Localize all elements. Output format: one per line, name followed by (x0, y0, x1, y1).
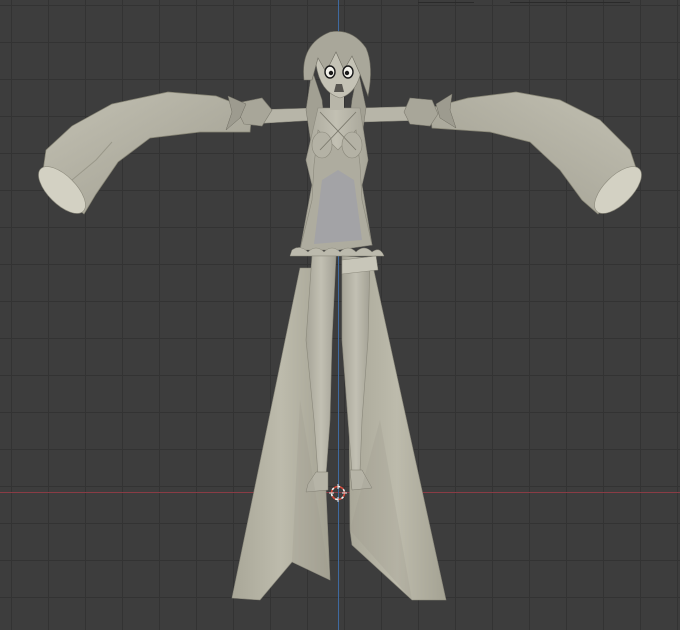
3d-cursor-icon[interactable] (329, 484, 347, 502)
character-model[interactable] (0, 0, 680, 630)
left-sleeve (38, 91, 253, 215)
3d-viewport[interactable] (0, 0, 680, 630)
torso (289, 107, 385, 257)
right-sleeve (429, 91, 642, 215)
